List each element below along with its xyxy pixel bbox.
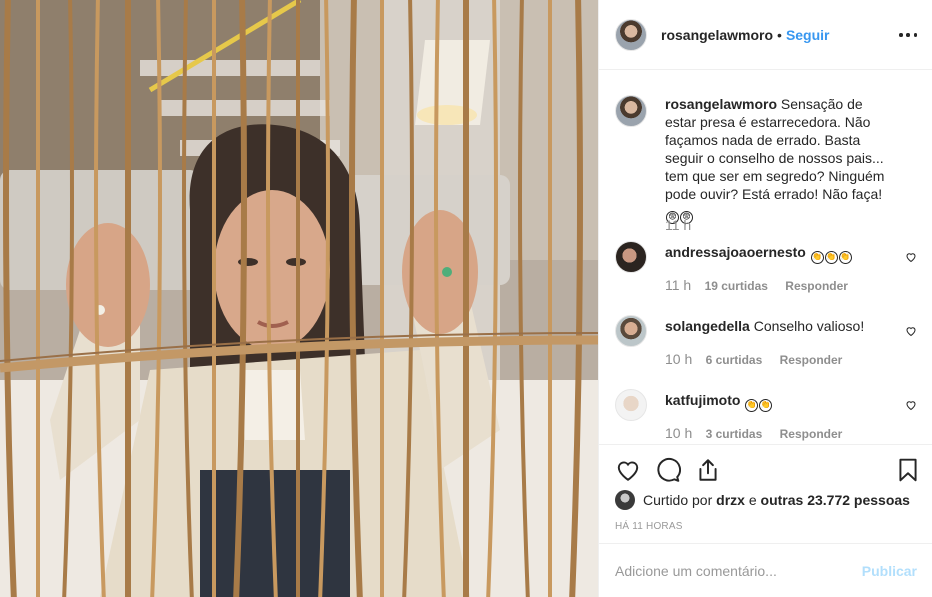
more-options-icon[interactable] bbox=[899, 26, 917, 44]
comment-input[interactable] bbox=[615, 562, 862, 579]
liker-avatar[interactable] bbox=[615, 490, 635, 510]
share-icon[interactable] bbox=[695, 457, 721, 483]
comment-username[interactable]: andressajoaoernesto bbox=[665, 244, 806, 260]
clapping-hands-emoji-icon: 👏 bbox=[824, 251, 838, 264]
comment-likes[interactable]: 19 curtidas bbox=[705, 279, 768, 293]
post-actions bbox=[599, 444, 932, 490]
follow-button[interactable]: Seguir bbox=[786, 27, 830, 43]
liked-by-middle: e bbox=[748, 492, 757, 508]
reply-button[interactable]: Responder bbox=[780, 427, 843, 441]
like-comment-heart-icon[interactable] bbox=[905, 325, 917, 337]
comment-body: katfujimoto 👏 👏 bbox=[665, 391, 897, 412]
comment-meta: 10 h 6 curtidas Responder bbox=[665, 351, 856, 367]
caption-username[interactable]: rosangelawmoro bbox=[665, 96, 777, 112]
reply-button[interactable]: Responder bbox=[780, 353, 843, 367]
author-avatar[interactable] bbox=[615, 18, 647, 51]
comment-avatar[interactable] bbox=[615, 389, 647, 421]
liked-by-user[interactable]: drzx bbox=[716, 492, 745, 508]
comment-body: solangedella Conselho valioso! bbox=[665, 317, 897, 335]
caption-time[interactable]: 11 h bbox=[665, 217, 691, 233]
caption-avatar[interactable] bbox=[615, 95, 647, 127]
comment-item: andressajoaoernesto 👏 👏 👏 11 h 19 curtidas… bbox=[615, 241, 917, 301]
clapping-hands-emoji-icon: 👏 bbox=[759, 399, 773, 412]
liked-by-others[interactable]: outras 23.772 pessoas bbox=[761, 492, 910, 508]
author-username[interactable]: rosangelawmoro bbox=[661, 27, 773, 43]
liked-by: Curtido por drzx e outras 23.772 pessoas bbox=[615, 488, 910, 512]
comment-time[interactable]: 10 h bbox=[665, 425, 692, 441]
reply-button[interactable]: Responder bbox=[785, 279, 848, 293]
comment-meta: 10 h 3 curtidas Responder bbox=[665, 425, 856, 441]
post-photo[interactable] bbox=[0, 0, 598, 597]
publish-button[interactable]: Publicar bbox=[862, 563, 917, 579]
comment-likes[interactable]: 6 curtidas bbox=[706, 353, 763, 367]
caption-body: rosangelawmoro Sensação de estar presa é… bbox=[665, 95, 897, 224]
like-comment-heart-icon[interactable] bbox=[905, 251, 917, 263]
add-comment-bar: Publicar bbox=[599, 543, 932, 597]
comment-text: Conselho valioso! bbox=[753, 318, 865, 334]
comment-avatar[interactable] bbox=[615, 315, 647, 347]
comment-time[interactable]: 10 h bbox=[665, 351, 692, 367]
like-heart-icon[interactable] bbox=[615, 457, 641, 483]
comment-likes[interactable]: 3 curtidas bbox=[706, 427, 763, 441]
comment-item: solangedella Conselho valioso! 10 h 6 cu… bbox=[615, 315, 917, 375]
caption: rosangelawmoro Sensação de estar presa é… bbox=[615, 95, 917, 245]
post-timestamp[interactable]: HÁ 11 HORAS bbox=[615, 521, 683, 532]
comment-meta: 11 h 19 curtidas Responder bbox=[665, 277, 862, 293]
comment-username[interactable]: solangedella bbox=[665, 318, 750, 334]
photo-illustration bbox=[0, 0, 598, 597]
like-comment-heart-icon[interactable] bbox=[905, 399, 917, 411]
post-header: rosangelawmoro • Seguir bbox=[599, 0, 932, 70]
caption-meta: 11 h bbox=[665, 217, 701, 233]
save-bookmark-icon[interactable] bbox=[895, 457, 921, 483]
liked-by-prefix: Curtido por bbox=[643, 492, 713, 508]
comment-avatar[interactable] bbox=[615, 241, 647, 273]
comment-bubble-icon[interactable] bbox=[655, 457, 681, 483]
comments-list[interactable]: rosangelawmoro Sensação de estar presa é… bbox=[599, 71, 932, 443]
comment-item: katfujimoto 👏 👏 10 h 3 curtidas Responder bbox=[615, 389, 917, 443]
clapping-hands-emoji-icon: 👏 bbox=[838, 251, 852, 264]
clapping-hands-emoji-icon: 👏 bbox=[745, 399, 759, 412]
comment-username[interactable]: katfujimoto bbox=[665, 392, 740, 408]
clapping-hands-emoji-icon: 👏 bbox=[810, 251, 824, 264]
post-side-panel: rosangelawmoro • Seguir rosangelawmoro S… bbox=[598, 0, 932, 597]
comment-body: andressajoaoernesto 👏 👏 👏 bbox=[665, 243, 897, 264]
comment-time[interactable]: 11 h bbox=[665, 277, 691, 293]
separator-dot: • bbox=[777, 26, 782, 43]
